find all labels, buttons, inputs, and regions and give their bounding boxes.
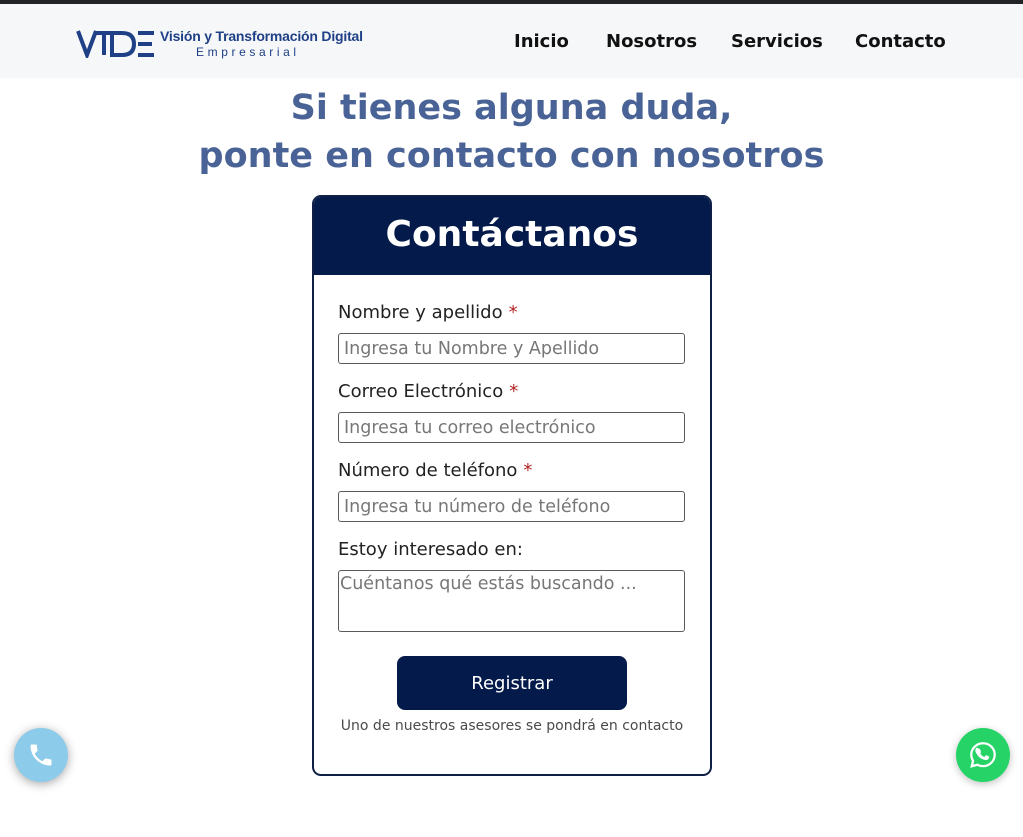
email-label-text: Correo Electrónico bbox=[338, 381, 504, 402]
contact-form-title: Contáctanos bbox=[385, 214, 639, 255]
site-header: Visión y Transformación Digital Empresar… bbox=[0, 4, 1023, 78]
register-button[interactable]: Registrar bbox=[397, 656, 627, 710]
hero-heading-line2: ponte en contacto con nosotros bbox=[198, 136, 825, 176]
email-input[interactable] bbox=[338, 412, 685, 443]
nav-item-contacto[interactable]: Contacto bbox=[855, 31, 946, 52]
name-input[interactable] bbox=[338, 333, 685, 364]
name-label: Nombre y apellido * bbox=[338, 302, 518, 323]
call-button[interactable] bbox=[14, 728, 68, 782]
phone-icon bbox=[30, 744, 52, 766]
email-label: Correo Electrónico * bbox=[338, 381, 518, 402]
advisor-contact-note: Uno de nuestros asesores se pondrá en co… bbox=[340, 718, 684, 734]
hero-heading: Si tienes alguna duda, ponte en contacto… bbox=[0, 84, 1023, 180]
contact-form: Contáctanos Nombre y apellido* Correo El… bbox=[312, 195, 712, 776]
interest-label: Estoy interesado en: bbox=[338, 539, 523, 560]
main-nav: Inicio Nosotros Servicios Contacto bbox=[0, 31, 1023, 57]
phone-input[interactable] bbox=[338, 491, 685, 522]
name-required-mark: * bbox=[508, 302, 518, 323]
whatsapp-button[interactable] bbox=[956, 728, 1010, 782]
phone-label-text: Número de teléfono bbox=[338, 460, 518, 481]
contact-form-header: Contáctanos bbox=[314, 197, 710, 275]
nav-item-nosotros[interactable]: Nosotros bbox=[606, 31, 697, 52]
nav-item-inicio[interactable]: Inicio bbox=[514, 31, 569, 52]
name-label-text: Nombre y apellido bbox=[338, 302, 503, 323]
hero-heading-line1: Si tienes alguna duda, bbox=[290, 88, 733, 128]
interest-textarea[interactable] bbox=[338, 570, 685, 632]
email-required-mark: * bbox=[509, 381, 519, 402]
phone-required-mark: * bbox=[523, 460, 533, 481]
phone-label: Número de teléfono * bbox=[338, 460, 532, 481]
whatsapp-icon bbox=[970, 742, 996, 768]
nav-item-servicios[interactable]: Servicios bbox=[731, 31, 823, 52]
